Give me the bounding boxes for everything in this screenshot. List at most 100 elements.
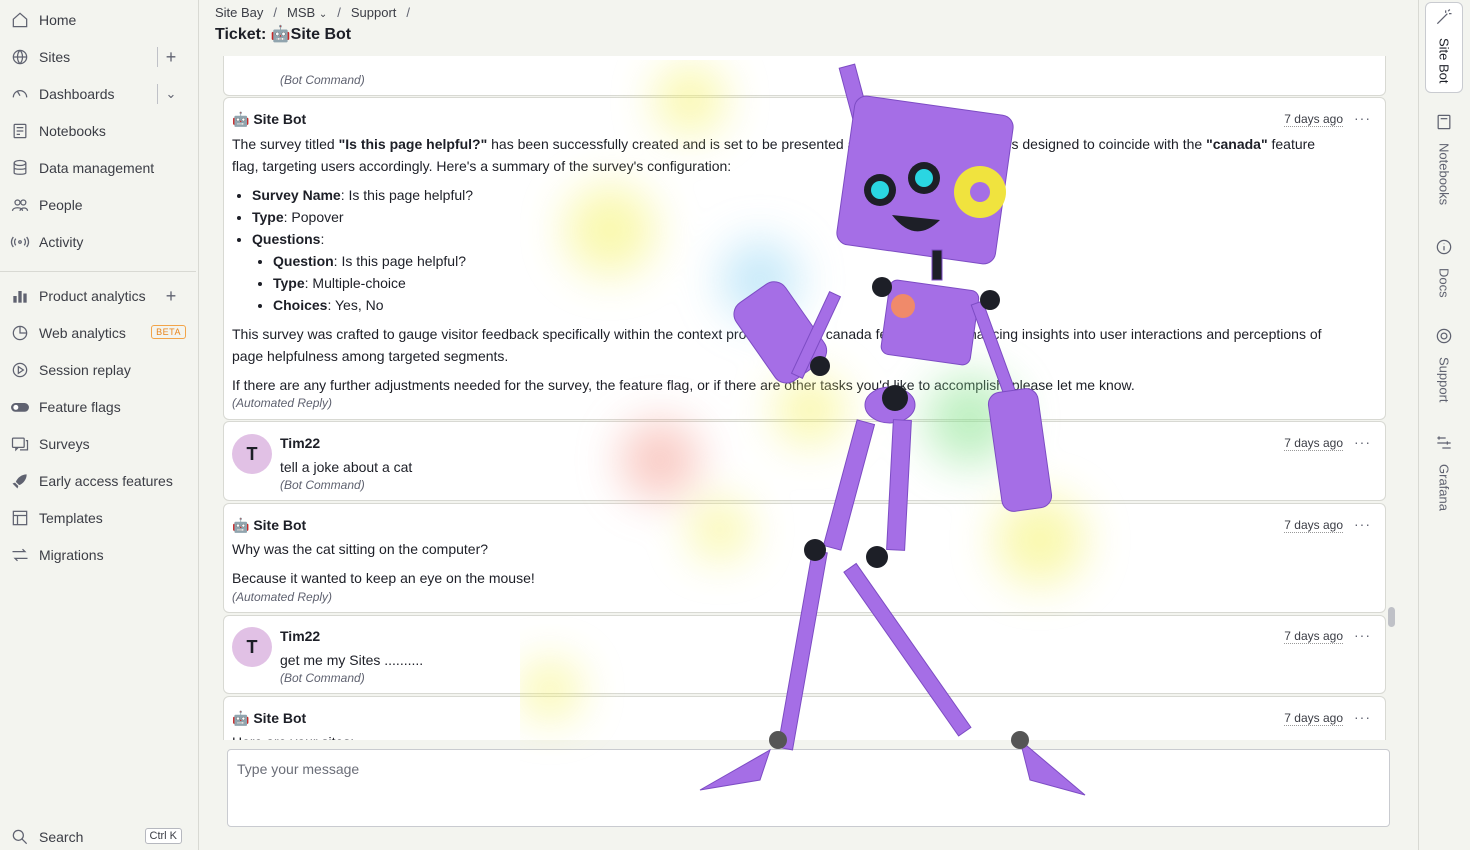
tab-support[interactable]: Support bbox=[1425, 326, 1463, 403]
timestamp: 7 days ago bbox=[1284, 518, 1343, 533]
breadcrumb-item[interactable]: Support bbox=[351, 5, 397, 20]
add-insight-button[interactable]: + bbox=[160, 285, 182, 307]
message-meta: (Bot Command) bbox=[280, 478, 365, 492]
sidebar-item-dashboards[interactable]: Dashboards ⌄ bbox=[0, 77, 196, 111]
play-icon bbox=[8, 358, 32, 382]
sidebar-item-session-replay[interactable]: Session replay bbox=[0, 353, 196, 387]
tab-label: Grafana bbox=[1436, 464, 1452, 511]
toggle-icon bbox=[8, 395, 32, 419]
more-options-icon[interactable]: ··· bbox=[1354, 110, 1371, 126]
sidebar-item-data-management[interactable]: Data management bbox=[0, 151, 196, 185]
sidebar-item-activity[interactable]: Activity bbox=[0, 225, 196, 259]
sidebar-item-feature-flags[interactable]: Feature flags bbox=[0, 390, 196, 424]
message-card: 🤖 Site Bot 7 days ago ··· Why was the ca… bbox=[223, 503, 1386, 613]
scrollbar-thumb[interactable] bbox=[1388, 607, 1395, 627]
sidebar-item-label: Notebooks bbox=[39, 123, 106, 139]
search-icon bbox=[8, 825, 32, 849]
timestamp: 7 days ago bbox=[1284, 436, 1343, 451]
tab-site-bot[interactable]: Site Bot bbox=[1425, 2, 1463, 93]
people-icon bbox=[8, 193, 32, 217]
notebook-icon bbox=[1434, 112, 1454, 135]
tab-docs[interactable]: Docs bbox=[1425, 237, 1463, 298]
more-options-icon[interactable]: ··· bbox=[1354, 434, 1371, 450]
right-side-panel: Site Bot Notebooks Docs Support Grafana bbox=[1418, 0, 1470, 850]
migrate-icon bbox=[8, 543, 32, 567]
list-item: Survey Name: Is this page helpful? bbox=[252, 184, 473, 206]
message-feed[interactable]: (Bot Command) 🤖 Site Bot 7 days ago ··· … bbox=[223, 56, 1387, 740]
sidebar-item-label: Session replay bbox=[39, 362, 131, 378]
timestamp: 7 days ago bbox=[1284, 112, 1343, 127]
message-input[interactable]: Type your message bbox=[227, 749, 1390, 827]
list-item: Type: Popover bbox=[252, 206, 473, 228]
rocket-icon bbox=[8, 469, 32, 493]
sidebar-item-label: Home bbox=[39, 12, 77, 28]
main-content: Site Bay / MSB ⌄ / Support / Ticket: 🤖Si… bbox=[199, 0, 1419, 850]
sidebar-item-migrations[interactable]: Migrations bbox=[0, 538, 196, 572]
template-icon bbox=[8, 506, 32, 530]
breadcrumb: Site Bay / MSB ⌄ / Support / bbox=[215, 5, 411, 20]
search-button[interactable]: Search Ctrl K bbox=[0, 820, 196, 850]
message-input-placeholder: Type your message bbox=[237, 761, 360, 777]
search-shortcut: Ctrl K bbox=[144, 828, 182, 844]
sidebar-item-early-access[interactable]: Early access features bbox=[0, 464, 196, 498]
add-site-button[interactable]: + bbox=[160, 46, 182, 68]
message-meta: (Bot Command) bbox=[280, 671, 365, 685]
avatar: T bbox=[232, 627, 272, 667]
message-card: 🤖 Site Bot 7 days ago ··· The survey tit… bbox=[223, 97, 1386, 420]
sidebar-item-web-analytics[interactable]: Web analytics BETA bbox=[0, 316, 196, 350]
breadcrumb-item[interactable]: MSB ⌄ bbox=[287, 5, 327, 20]
sidebar-item-label: Web analytics bbox=[39, 325, 126, 341]
sidebar-item-label: Migrations bbox=[39, 547, 104, 563]
sidebar-item-notebooks[interactable]: Notebooks bbox=[0, 114, 196, 148]
sidebar-item-label: Data management bbox=[39, 160, 155, 176]
divider bbox=[157, 84, 158, 104]
notebook-icon bbox=[8, 119, 32, 143]
lifebuoy-icon bbox=[1434, 326, 1454, 349]
breadcrumb-item[interactable]: Site Bay bbox=[215, 5, 263, 20]
message-paragraph: This survey was crafted to gauge visitor… bbox=[232, 326, 1322, 364]
sidebar-item-people[interactable]: People bbox=[0, 188, 196, 222]
message-card: T Tim22 7 days ago ··· tell a joke about… bbox=[223, 421, 1386, 501]
more-options-icon[interactable]: ··· bbox=[1354, 709, 1371, 725]
chevron-down-icon[interactable]: ⌄ bbox=[160, 83, 182, 105]
tab-grafana[interactable]: Grafana bbox=[1425, 433, 1463, 511]
sidebar-item-label: Dashboards bbox=[39, 86, 115, 102]
message-meta: (Automated Reply) bbox=[232, 590, 333, 604]
survey-summary-list: Survey Name: Is this page helpful? Type:… bbox=[252, 184, 473, 316]
sidebar-item-label: Product analytics bbox=[39, 288, 146, 304]
timestamp: 7 days ago bbox=[1284, 711, 1343, 726]
timestamp: 7 days ago bbox=[1284, 629, 1343, 644]
sidebar-item-sites[interactable]: Sites + bbox=[0, 40, 196, 74]
message-paragraph: The survey titled "Is this page helpful?… bbox=[232, 136, 1316, 174]
author-name: Tim22 bbox=[280, 628, 321, 644]
list-item: Questions: Question: Is this page helpfu… bbox=[252, 228, 473, 316]
sidebar-item-home[interactable]: Home bbox=[0, 3, 196, 37]
home-icon bbox=[8, 8, 32, 32]
left-sidebar: Home Sites + Dashboards ⌄ Notebooks Data… bbox=[0, 0, 199, 850]
sidebar-item-surveys[interactable]: Surveys bbox=[0, 427, 196, 461]
magic-wand-icon bbox=[1434, 7, 1454, 30]
more-options-icon[interactable]: ··· bbox=[1354, 516, 1371, 532]
info-icon bbox=[1434, 237, 1454, 260]
sidebar-item-label: Activity bbox=[39, 234, 84, 250]
beta-badge: BETA bbox=[151, 325, 186, 339]
author-name: 🤖 Site Bot bbox=[232, 710, 307, 726]
sidebar-item-label: Sites bbox=[39, 49, 71, 65]
sidebar-item-templates[interactable]: Templates bbox=[0, 501, 196, 535]
tab-label: Docs bbox=[1436, 268, 1452, 298]
sidebar-item-label: Feature flags bbox=[39, 399, 121, 415]
message-card: 🤖 Site Bot 7 days ago ··· Here are your … bbox=[223, 696, 1386, 740]
database-icon bbox=[8, 156, 32, 180]
broadcast-icon bbox=[8, 230, 32, 254]
pie-chart-icon bbox=[8, 321, 32, 345]
message-paragraph: If there are any further adjustments nee… bbox=[232, 377, 1135, 393]
author-name: 🤖 Site Bot bbox=[232, 111, 307, 127]
tab-notebooks[interactable]: Notebooks bbox=[1425, 112, 1463, 205]
more-options-icon[interactable]: ··· bbox=[1354, 627, 1371, 643]
sidebar-item-label: People bbox=[39, 197, 83, 213]
tab-label: Site Bot bbox=[1436, 38, 1452, 84]
sidebar-item-product-analytics[interactable]: Product analytics + bbox=[0, 279, 196, 313]
message-meta: (Bot Command) bbox=[280, 73, 365, 87]
list-item: Choices: Yes, No bbox=[273, 294, 473, 316]
grafana-icon bbox=[1434, 433, 1454, 456]
